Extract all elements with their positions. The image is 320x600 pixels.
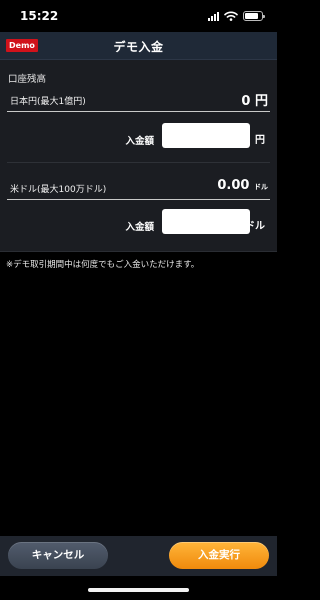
jpy-balance-value: 0 bbox=[241, 94, 251, 109]
usd-deposit-unit: ドル bbox=[245, 221, 265, 232]
jpy-balance-row: 日本円(最大1億円) 0 円 bbox=[7, 84, 270, 112]
usd-balance: 0.00 ドル bbox=[217, 178, 268, 193]
deposit-note: ※デモ取引期間中は何度でもご入金いただけます。 bbox=[6, 260, 200, 270]
usd-deposit-input[interactable] bbox=[162, 209, 250, 234]
jpy-label: 日本円(最大1億円) bbox=[10, 97, 86, 107]
status-icons bbox=[208, 11, 265, 21]
status-time: 15:22 bbox=[20, 9, 59, 23]
usd-deposit-label: 入金額 bbox=[125, 222, 154, 233]
cancel-button[interactable]: キャンセル bbox=[8, 542, 108, 569]
execute-deposit-button[interactable]: 入金実行 bbox=[169, 542, 269, 569]
deposit-form: 口座残高 日本円(最大1億円) 0 円 入金額 円 米ドル(最大100万ドル) … bbox=[0, 60, 277, 252]
bottom-action-bar: キャンセル 入金実行 bbox=[0, 536, 277, 576]
jpy-deposit-input[interactable] bbox=[162, 123, 250, 148]
jpy-balance-unit: 円 bbox=[254, 94, 268, 109]
status-bar: 15:22 bbox=[0, 0, 277, 32]
nav-bar: Demo デモ入金 bbox=[0, 32, 277, 60]
jpy-deposit-row: 入金額 円 bbox=[7, 117, 270, 163]
jpy-deposit-unit: 円 bbox=[255, 135, 265, 146]
account-balance-label: 口座残高 bbox=[8, 74, 47, 85]
home-indicator-area bbox=[0, 576, 277, 600]
battery-icon bbox=[243, 11, 265, 21]
usd-balance-unit: ドル bbox=[254, 183, 268, 191]
jpy-deposit-label: 入金額 bbox=[125, 136, 154, 147]
usd-balance-value: 0.00 bbox=[217, 178, 250, 193]
wifi-icon bbox=[224, 11, 238, 21]
jpy-balance: 0 円 bbox=[241, 90, 268, 109]
usd-deposit-row: 入金額 ドル bbox=[7, 203, 270, 249]
home-indicator[interactable] bbox=[88, 588, 189, 592]
usd-label: 米ドル(最大100万ドル) bbox=[10, 185, 107, 195]
cellular-signal-icon bbox=[208, 11, 219, 21]
usd-balance-row: 米ドル(最大100万ドル) 0.00 ドル bbox=[7, 172, 270, 200]
page-title: デモ入金 bbox=[113, 40, 164, 54]
